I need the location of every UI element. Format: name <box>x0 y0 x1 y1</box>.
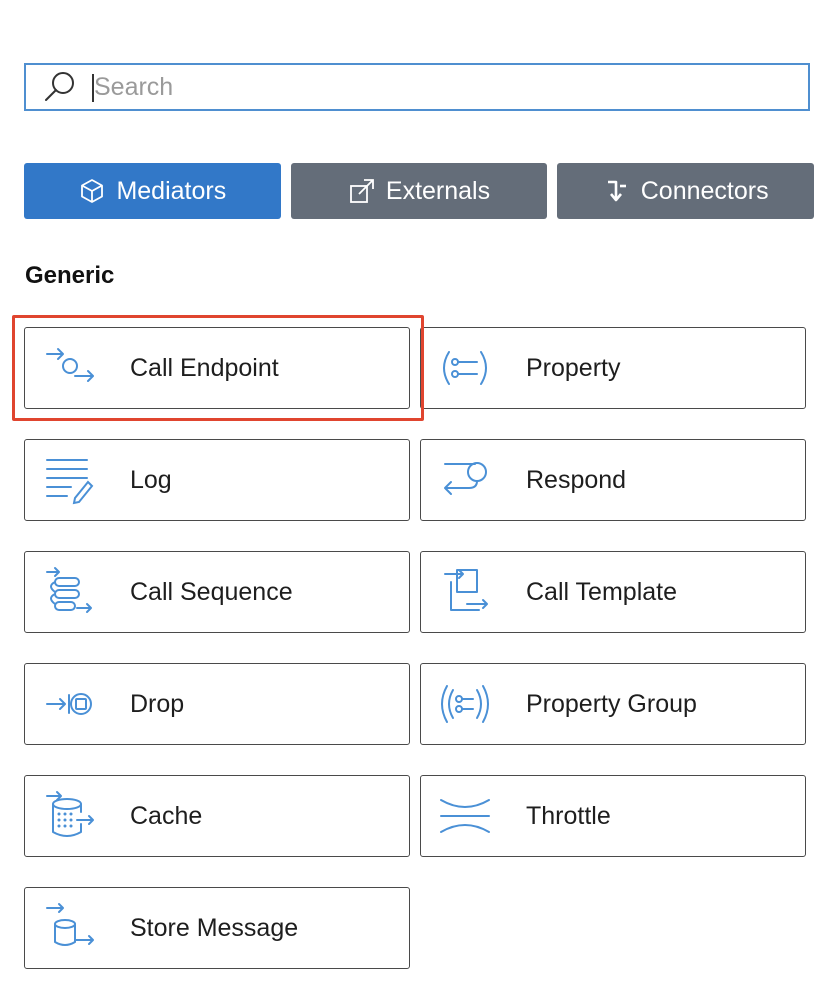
log-icon <box>41 452 97 508</box>
mediator-label: Throttle <box>526 801 611 830</box>
mediator-label: Call Sequence <box>130 577 293 606</box>
mediator-respond[interactable]: Respond <box>420 439 806 521</box>
store-message-icon <box>41 900 97 956</box>
tab-label: Externals <box>385 176 491 205</box>
search-icon <box>42 69 78 105</box>
tab-mediators[interactable]: Mediators <box>24 163 281 219</box>
category-tabs: Mediators Externals Connectors <box>24 163 815 219</box>
property-icon <box>437 340 493 396</box>
throttle-icon <box>437 788 493 844</box>
mediator-call-endpoint[interactable]: Call Endpoint <box>24 327 410 409</box>
cube-icon <box>78 177 106 205</box>
mediator-label: Property Group <box>526 689 697 718</box>
drop-icon <box>41 676 97 732</box>
tab-label: Mediators <box>116 176 227 205</box>
call-endpoint-icon <box>41 340 97 396</box>
tab-label: Connectors <box>640 176 769 205</box>
mediator-label: Log <box>130 465 172 494</box>
search-input[interactable] <box>92 66 776 108</box>
mediator-label: Drop <box>130 689 185 718</box>
mediator-drop[interactable]: Drop <box>24 663 410 745</box>
connector-icon <box>603 177 631 205</box>
mediator-call-template[interactable]: Call Template <box>420 551 806 633</box>
mediator-label: Call Endpoint <box>130 353 279 382</box>
cache-icon <box>41 788 97 844</box>
mediator-label: Store Message <box>130 913 299 942</box>
mediator-property-group[interactable]: Property Group <box>420 663 806 745</box>
mediator-cache[interactable]: Cache <box>24 775 410 857</box>
mediator-label: Respond <box>526 465 627 494</box>
tab-externals[interactable]: Externals <box>290 163 548 219</box>
external-link-icon <box>348 177 376 205</box>
text-cursor <box>92 74 94 102</box>
mediator-throttle[interactable]: Throttle <box>420 775 806 857</box>
mediator-label: Property <box>526 353 621 382</box>
mediator-call-sequence[interactable]: Call Sequence <box>24 551 410 633</box>
property-group-icon <box>437 676 493 732</box>
call-sequence-icon <box>41 564 97 620</box>
mediator-property[interactable]: Property <box>420 327 806 409</box>
respond-icon <box>437 452 493 508</box>
tab-connectors[interactable]: Connectors <box>557 163 815 219</box>
mediator-label: Cache <box>130 801 203 830</box>
mediator-label: Call Template <box>526 577 678 606</box>
mediator-log[interactable]: Log <box>24 439 410 521</box>
mediator-store-message[interactable]: Store Message <box>24 887 410 969</box>
section-title: Generic <box>25 262 115 289</box>
call-template-icon <box>437 564 493 620</box>
search-box[interactable] <box>24 63 810 111</box>
